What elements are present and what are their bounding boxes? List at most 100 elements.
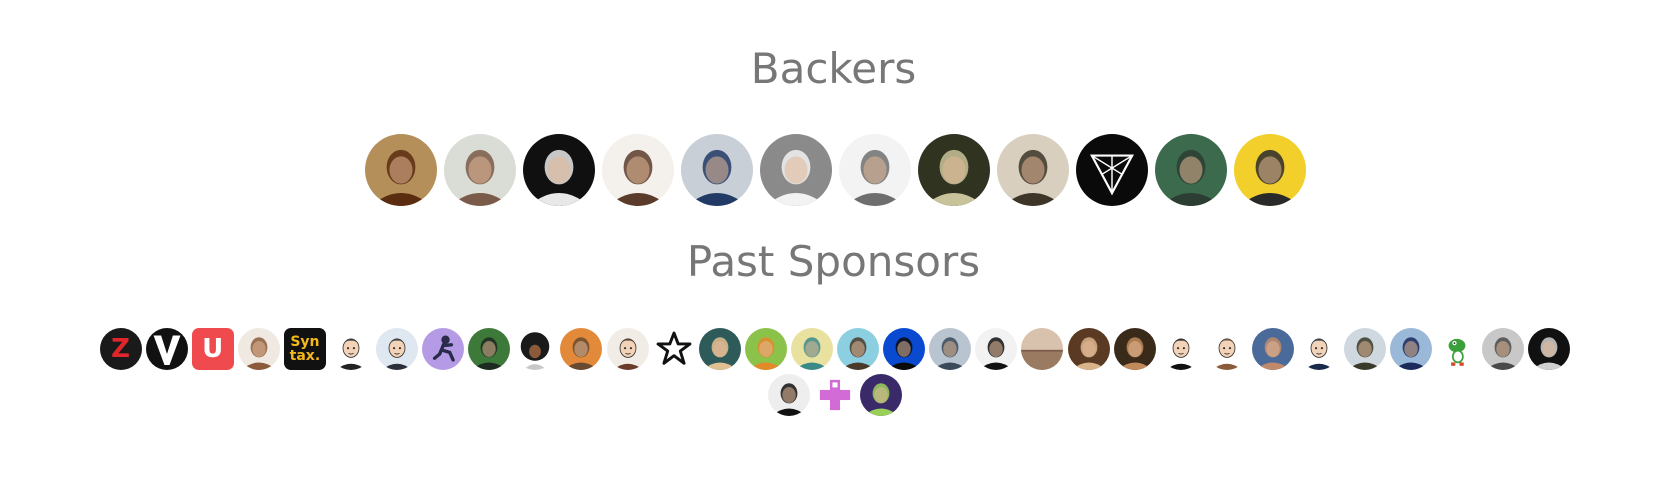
sponsor-logo-letter: U [202,334,224,364]
syntax-logo-line-2: tax. [289,348,321,364]
backer-avatar-3[interactable] [522,134,595,206]
backer-avatar-6[interactable] [759,134,832,206]
sponsor-avatar-25[interactable] [1205,328,1248,370]
sponsor-avatar-32[interactable] [1528,328,1571,370]
backer-2-image [443,134,516,206]
backer-6-image [759,134,832,206]
sponsor-11-image [560,328,603,370]
sponsor-avatar-2[interactable] [145,328,188,370]
sponsor-6-image [330,328,373,370]
backer-3-image [522,134,595,206]
backer-10-image [1075,134,1148,206]
sponsor-avatar-8[interactable] [422,328,465,370]
sponsor-32-image [1528,328,1571,370]
sponsor-avatar-18[interactable] [883,328,926,370]
past-sponsors-list: Z U Syn tax. [78,328,1592,416]
sponsor-8-image [422,328,465,370]
sponsor-24-image [1159,328,1202,370]
syntax-logo-line-1: Syn [290,334,320,350]
sponsor-19-image [929,328,972,370]
backer-avatar-1[interactable] [364,134,437,206]
sponsor-avatar-3[interactable]: U [191,328,234,370]
sponsor-avatar-35[interactable] [860,374,903,416]
backer-1-image [364,134,437,206]
sponsor-avatar-16[interactable] [790,328,833,370]
backer-avatar-9[interactable] [996,134,1069,206]
sponsor-28-image [1344,328,1387,370]
sponsor-29-image [1390,328,1433,370]
sponsor-avatar-6[interactable] [330,328,373,370]
sponsor-16-image [790,328,833,370]
sponsor-avatar-17[interactable] [837,328,880,370]
sponsor-13-image [652,328,695,370]
sponsor-avatar-23[interactable] [1113,328,1156,370]
sponsor-avatar-14[interactable] [698,328,741,370]
sponsor-26-image [1251,328,1294,370]
sponsor-2-image [145,328,188,370]
backer-9-image [996,134,1069,206]
sponsor-avatar-10[interactable] [514,328,557,370]
sponsor-30-image [1436,328,1479,370]
backer-11-image [1154,134,1227,206]
sponsor-25-image [1205,328,1248,370]
sponsor-avatar-24[interactable] [1159,328,1202,370]
sponsor-14-image [698,328,741,370]
sponsor-15-image [744,328,787,370]
backer-4-image [601,134,674,206]
backer-8-image [917,134,990,206]
sponsor-22-image [1067,328,1110,370]
syntax-logo-text: Syn tax. [284,328,326,370]
sponsor-avatar-19[interactable] [929,328,972,370]
sponsor-9-image [468,328,511,370]
sponsor-avatar-22[interactable] [1067,328,1110,370]
sponsor-avatar-20[interactable] [975,328,1018,370]
sponsor-avatar-4[interactable] [237,328,280,370]
backer-avatar-5[interactable] [680,134,753,206]
sponsor-33-image [767,374,810,416]
sponsor-avatar-12[interactable] [606,328,649,370]
sponsor-avatar-1[interactable]: Z [99,328,142,370]
sponsor-avatar-5[interactable]: Syn tax. [283,328,326,370]
sponsor-avatar-9[interactable] [468,328,511,370]
sponsor-avatar-27[interactable] [1297,328,1340,370]
backer-12-image [1233,134,1306,206]
sponsor-avatar-15[interactable] [744,328,787,370]
backer-avatar-7[interactable] [838,134,911,206]
sponsor-avatar-28[interactable] [1344,328,1387,370]
backers-list [360,134,1310,206]
sponsor-avatar-11[interactable] [560,328,603,370]
sponsor-avatar-21[interactable] [1021,328,1064,370]
sponsor-17-image [837,328,880,370]
sponsor-20-image [975,328,1018,370]
backer-7-image [838,134,911,206]
past-sponsors-heading: Past Sponsors [686,237,981,286]
sponsor-35-image [860,374,903,416]
sponsor-avatar-7[interactable] [376,328,419,370]
sponsor-10-image [514,328,557,370]
sponsor-avatar-33[interactable] [767,374,810,416]
sponsor-34-image [814,374,856,416]
sponsor-avatar-31[interactable] [1482,328,1525,370]
sponsor-12-image [606,328,649,370]
sponsor-logo-letter: Z [111,334,130,364]
sponsor-18-image [883,328,926,370]
sponsor-avatar-30[interactable] [1436,328,1479,370]
sponsor-7-image [376,328,419,370]
sponsor-avatar-29[interactable] [1390,328,1433,370]
sponsor-21-image [1021,328,1064,370]
sponsor-23-image [1113,328,1156,370]
backer-avatar-11[interactable] [1154,134,1227,206]
backer-avatar-8[interactable] [917,134,990,206]
backer-avatar-12[interactable] [1233,134,1306,206]
backer-avatar-4[interactable] [601,134,674,206]
backer-avatar-2[interactable] [443,134,516,206]
sponsor-31-image [1482,328,1525,370]
sponsor-avatar-26[interactable] [1251,328,1294,370]
sponsor-avatar-34[interactable] [814,374,856,416]
sponsor-27-image [1297,328,1340,370]
sponsor-4-image [237,328,280,370]
backer-avatar-10[interactable] [1075,134,1148,206]
sponsor-avatar-13[interactable] [652,328,695,370]
backers-heading: Backers [750,44,917,93]
backer-5-image [680,134,753,206]
